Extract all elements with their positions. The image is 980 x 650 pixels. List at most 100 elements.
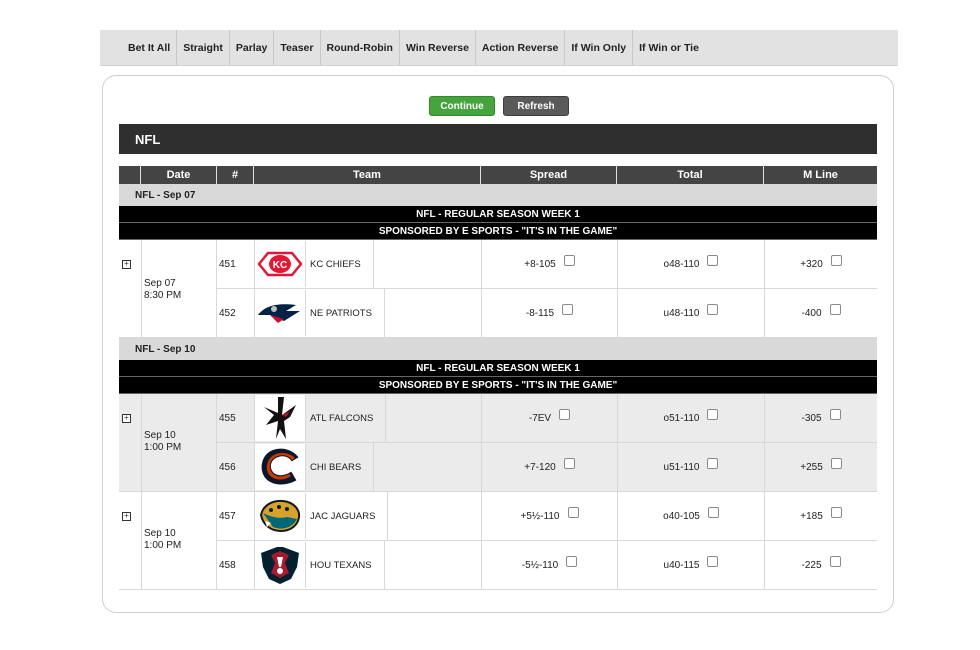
- total-checkbox[interactable]: [707, 555, 719, 567]
- tab-parlay[interactable]: Parlay: [228, 30, 274, 65]
- rotation-number: 458: [219, 559, 236, 571]
- team-name: HOU TEXANS: [310, 559, 372, 571]
- total-cell: o48-110: [617, 240, 764, 288]
- total-checkbox[interactable]: [707, 457, 719, 469]
- game-datetime: Sep 07 8:30 PM: [141, 240, 217, 337]
- rotation-number: 457: [219, 510, 236, 522]
- game-date: Sep 10: [144, 528, 176, 539]
- moneyline-odds: -225: [801, 559, 822, 571]
- moneyline-checkbox[interactable]: [830, 254, 842, 266]
- team-row: 455 ATL FALCONS -7EV o51-110 -305: [217, 394, 877, 442]
- spread-checkbox[interactable]: [567, 506, 579, 518]
- moneyline-checkbox[interactable]: [829, 555, 841, 567]
- game-block: + Sep 07 8:30 PM 451 KC KC CHIEFS +8-105…: [119, 240, 877, 338]
- table-header: Date # Team Spread Total M Line: [119, 166, 877, 184]
- team-row: 452 NE PATRIOTS -8-115 u48-110 -400: [217, 288, 877, 337]
- spread-odds: +7-120: [524, 461, 556, 473]
- tab-if-win-or-tie[interactable]: If Win or Tie: [632, 30, 705, 65]
- total-odds: u51-110: [663, 461, 700, 473]
- moneyline-cell: -225: [764, 541, 877, 589]
- moneyline-cell: -400: [764, 289, 877, 337]
- spread-checkbox[interactable]: [566, 555, 578, 567]
- texans-logo: [255, 542, 306, 588]
- total-cell: u40-115: [617, 541, 764, 589]
- game-block: + Sep 10 1:00 PM 457 JAC JAGUARS +5½-110…: [119, 492, 877, 590]
- game-date: Sep 07: [144, 278, 176, 289]
- plus-box-icon[interactable]: +: [122, 512, 131, 521]
- tab-win-reverse[interactable]: Win Reverse: [398, 30, 475, 65]
- game-time: 8:30 PM: [144, 290, 182, 301]
- spread-odds: +8-105: [524, 258, 556, 270]
- rotation-number: 455: [219, 412, 236, 424]
- jaguars-logo: [255, 493, 306, 539]
- total-odds: o40-105: [663, 510, 700, 522]
- bet-type-tabs: Bet It All Straight Parlay Teaser Round-…: [100, 30, 898, 66]
- league-banner: NFL - REGULAR SEASON WEEK 1: [119, 206, 877, 223]
- header-team: Team: [254, 166, 481, 184]
- moneyline-checkbox[interactable]: [830, 457, 842, 469]
- game-time: 1:00 PM: [144, 540, 182, 551]
- total-checkbox[interactable]: [707, 303, 719, 315]
- tab-straight[interactable]: Straight: [176, 30, 229, 65]
- total-checkbox[interactable]: [707, 506, 719, 518]
- moneyline-odds: +185: [800, 510, 823, 522]
- spread-odds: -8-115: [525, 307, 555, 319]
- tab-round-robin[interactable]: Round-Robin: [319, 30, 399, 65]
- bears-logo: [255, 444, 306, 490]
- header-money-line: M Line: [803, 169, 838, 181]
- plus-box-icon[interactable]: +: [122, 260, 131, 269]
- header-expand-col: [119, 166, 141, 184]
- section-date-header: NFL - Sep 10: [119, 338, 877, 360]
- svg-text:KC: KC: [273, 260, 287, 271]
- total-odds: o48-110: [663, 258, 700, 270]
- header-spread: Spread: [481, 166, 617, 184]
- game-date: Sep 10: [144, 430, 176, 441]
- spread-checkbox[interactable]: [563, 254, 575, 266]
- spread-odds: +5½-110: [520, 510, 560, 522]
- rotation-number: 452: [219, 307, 236, 319]
- moneyline-odds: -400: [801, 307, 822, 319]
- plus-box-icon[interactable]: +: [122, 414, 131, 423]
- moneyline-odds: +255: [800, 461, 823, 473]
- moneyline-checkbox[interactable]: [829, 303, 841, 315]
- spread-cell: +5½-110: [481, 492, 617, 540]
- game-datetime: Sep 10 1:00 PM: [141, 492, 217, 589]
- total-odds: u40-115: [663, 559, 700, 571]
- tab-if-win-only[interactable]: If Win Only: [564, 30, 632, 65]
- tab-bet-it-all[interactable]: Bet It All: [122, 30, 176, 65]
- header-date: Date: [141, 166, 217, 184]
- spread-checkbox[interactable]: [563, 457, 575, 469]
- game-block: + Sep 10 1:00 PM 455 ATL FALCONS -7EV o5…: [119, 394, 877, 492]
- header-total: Total: [617, 166, 764, 184]
- total-odds: o51-110: [663, 412, 700, 424]
- sponsor-banner: SPONSORED BY E SPORTS - "IT'S IN THE GAM…: [119, 377, 877, 394]
- rotation-number: 451: [219, 258, 236, 270]
- team-name: NE PATRIOTS: [310, 307, 372, 319]
- total-checkbox[interactable]: [707, 254, 719, 266]
- tab-teaser[interactable]: Teaser: [273, 30, 319, 65]
- continue-button[interactable]: Continue: [429, 96, 495, 116]
- total-cell: u51-110: [617, 443, 764, 491]
- spread-cell: -5½-110: [481, 541, 617, 589]
- spread-checkbox[interactable]: [562, 303, 574, 315]
- moneyline-odds: +320: [800, 258, 823, 270]
- team-name: CHI BEARS: [310, 461, 362, 473]
- refresh-button[interactable]: Refresh: [503, 96, 569, 116]
- spread-odds: -5½-110: [521, 559, 559, 571]
- moneyline-cell: +185: [764, 492, 877, 540]
- game-time: 1:00 PM: [144, 442, 182, 453]
- moneyline-checkbox[interactable]: [830, 506, 842, 518]
- team-name: JAC JAGUARS: [310, 510, 376, 522]
- spread-cell: -7EV: [481, 394, 617, 442]
- spread-checkbox[interactable]: [559, 408, 571, 420]
- team-row: 458 HOU TEXANS -5½-110 u40-115 -225: [217, 540, 877, 589]
- moneyline-cell: +320: [764, 240, 877, 288]
- game-datetime: Sep 10 1:00 PM: [141, 394, 217, 491]
- sport-title-bar: NFL: [119, 124, 877, 154]
- tab-action-reverse[interactable]: Action Reverse: [474, 30, 564, 65]
- total-cell: u48-110: [617, 289, 764, 337]
- moneyline-checkbox[interactable]: [829, 408, 841, 420]
- team-name: ATL FALCONS: [310, 412, 374, 424]
- betting-panel: Continue Refresh NFL Date # Team Spread …: [102, 75, 894, 613]
- total-checkbox[interactable]: [707, 408, 719, 420]
